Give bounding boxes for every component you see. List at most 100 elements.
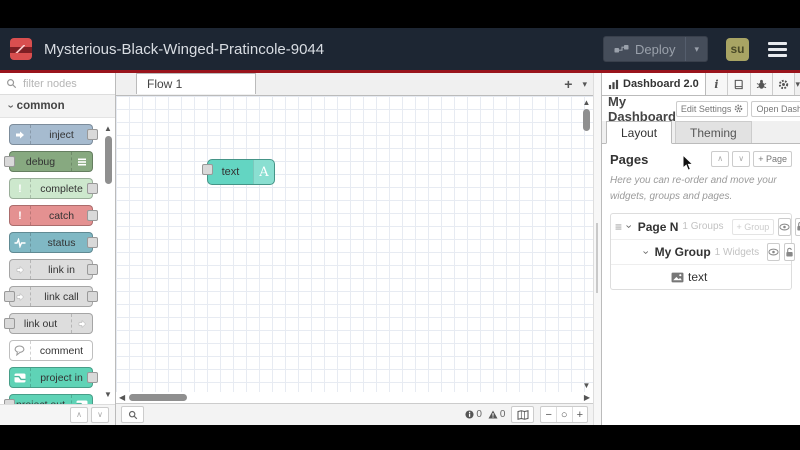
main-menu-button[interactable] [765,39,790,60]
move-up-button[interactable]: ∧ [711,151,730,167]
dashboard-title: My Dashboard [608,93,676,124]
flow-canvas-panel: Flow 1 + ▾ text A ▲ ▼ ◀ ▶ 0 0 − ○ + [116,73,593,425]
canvas-node-text[interactable]: text A [202,159,275,185]
tree-row-page[interactable]: ≡ › Page N 1 Groups + Group [611,214,800,239]
app-header: Mysterious-Black-Winged-Pratincole-9044 … [0,28,800,73]
pages-controls: ∧ ∨ + Page [711,151,792,167]
map-icon [517,409,529,420]
palette-scrollbar[interactable]: ▲ ▼ [103,125,113,399]
tab-theming[interactable]: Theming [675,121,752,143]
chevron-down-icon[interactable]: › [639,250,651,254]
scroll-up-icon[interactable]: ▲ [104,125,112,133]
layout-panel: Pages ∧ ∨ + Page Here you can re-order a… [602,144,800,425]
group-visibility-button[interactable] [767,243,781,261]
palette-node-project-in[interactable]: project in [9,367,98,388]
add-page-button[interactable]: + Page [753,151,792,167]
node-port-left[interactable] [202,164,213,175]
chevron-down-icon[interactable]: › [622,225,634,229]
node-red-logo-icon [10,38,32,60]
search-icon [7,79,17,89]
page-visibility-button[interactable] [778,217,792,236]
deploy-options-button[interactable]: ▾ [685,37,707,61]
pages-help-text: Here you can re-order and move your widg… [610,175,777,202]
deploy-button-group: Deploy ▾ [603,36,708,62]
add-group-button[interactable]: + Group [731,218,775,235]
tab-dashboard-2[interactable]: Dashboard 2.0 [602,73,706,95]
palette-node-label: comment [39,344,84,357]
main-area: › common inject debug ! complete ! catch statu… [0,73,800,425]
node-port-right [87,372,98,383]
zoom-out-button[interactable]: − [541,407,555,422]
edit-settings-button[interactable]: Edit Settings [675,100,749,117]
canvas-search-button[interactable] [121,406,144,423]
deploy-button[interactable]: Deploy [604,42,685,57]
dashboard-header: My Dashboard Edit Settings Open Dashboar… [602,93,800,124]
sidebar-tab-menu-button[interactable]: ▾ [795,73,800,95]
tab-flow-1[interactable]: Flow 1 [136,73,256,94]
eye-icon [779,223,790,230]
tree-row-widget[interactable]: text [611,264,791,289]
deploy-label: Deploy [635,41,676,57]
zoom-reset-button[interactable]: ○ [555,407,572,422]
flow-list-button[interactable]: ▾ [582,79,587,90]
tab-help[interactable] [728,73,751,95]
project-logo-icon [10,368,31,387]
scroll-left-icon[interactable]: ◀ [119,393,125,402]
palette-node-label: project out [10,399,71,405]
page-lock-button[interactable] [795,217,800,236]
filter-nodes-input[interactable] [21,76,105,91]
gear-icon [735,104,743,113]
deploy-nodes-icon [614,45,629,53]
scroll-down-icon[interactable]: ▼ [104,391,112,399]
canvas-horizontal-scrollbar[interactable]: ◀ ▶ [116,392,593,403]
palette-node-link-call[interactable]: link call [4,286,98,307]
node-port-right [87,237,98,248]
scrollbar-thumb[interactable] [104,136,112,184]
caret-down-icon: ▾ [795,78,800,89]
tab-layout[interactable]: Layout [606,121,673,144]
canvas-vertical-scrollbar[interactable]: ▲ ▼ [581,98,592,390]
group-lock-button[interactable] [784,243,796,261]
search-icon [128,410,137,419]
expand-all-button[interactable]: ∨ [91,407,109,423]
add-flow-button[interactable]: + [564,76,572,92]
scrollbar-thumb[interactable] [129,394,188,401]
status-pulse-icon [10,233,31,252]
sidebar-splitter[interactable] [593,73,601,425]
palette-node-catch[interactable]: ! catch [9,205,98,226]
palette-node-label: link out [23,317,58,330]
tab-info[interactable]: i [705,73,729,95]
user-avatar[interactable]: su [726,37,749,61]
scroll-up-icon[interactable]: ▲ [583,98,591,107]
palette-node-comment[interactable]: comment [9,340,93,361]
inject-arrow-icon [10,125,31,144]
collapse-all-button[interactable]: ∧ [70,407,88,423]
drag-handle-icon[interactable]: ≡ [615,220,622,234]
group-meta: 1 Widgets [714,246,760,258]
node-port-right [87,183,98,194]
scroll-right-icon[interactable]: ▶ [584,393,590,402]
palette-category-common[interactable]: › common [0,95,115,118]
palette-node-inject[interactable]: inject [9,124,98,145]
scrollbar-thumb[interactable] [583,109,590,131]
palette-node-project-out[interactable]: project out [4,394,93,405]
palette-node-complete[interactable]: ! complete [9,178,98,199]
palette-node-debug[interactable]: debug [4,151,93,172]
tab-config[interactable] [773,73,796,95]
tree-row-group[interactable]: › My Group 1 Widgets [611,239,796,264]
palette-node-status[interactable]: status [9,232,98,253]
move-down-button[interactable]: ∨ [732,151,751,167]
palette-node-link-out[interactable]: link out [4,313,93,334]
zoom-in-button[interactable]: + [571,407,587,422]
link-out-icon [71,314,92,333]
info-icon: i [714,77,719,91]
catch-exclamation-icon: ! [10,206,31,225]
flow-canvas[interactable]: text A ▲ ▼ [116,96,593,392]
open-dashboard-button[interactable]: Open Dashboard [751,100,800,117]
navigator-button[interactable] [511,406,535,423]
palette-node-link-in[interactable]: link in [9,259,98,280]
scroll-down-icon[interactable]: ▼ [583,381,591,390]
info-count-value: 0 [476,409,482,420]
tab-debug[interactable] [750,73,774,95]
node-port-left [4,291,15,302]
